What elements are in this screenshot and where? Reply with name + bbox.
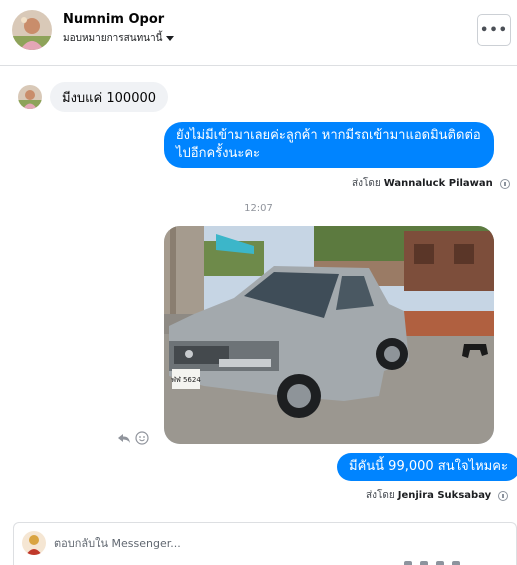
reply-input[interactable] <box>54 537 434 550</box>
more-options-button[interactable]: ••• <box>477 14 511 46</box>
page-avatar <box>22 531 46 555</box>
attach-icon[interactable] <box>404 561 412 565</box>
sent-by-name: Jenjira Suksabay <box>397 490 492 501</box>
license-plate: ฬฬ 5624 <box>171 376 201 384</box>
composer-toolbar <box>404 561 460 565</box>
assign-conversation-menu[interactable]: มอบหมายการสนทนานี้ <box>63 31 175 46</box>
emoji-picker-icon[interactable] <box>452 561 460 565</box>
avatar[interactable] <box>12 10 52 50</box>
contact-name[interactable]: Numnim Opor <box>63 12 164 27</box>
message-timestamp: 12:07 <box>244 203 273 214</box>
sent-by-info: ส่งโดย Jenjira Suksabay <box>366 488 509 503</box>
photo-attachment[interactable]: ฬฬ 5624 <box>164 226 494 444</box>
more-icon: ••• <box>480 22 508 38</box>
sent-by-prefix: ส่งโดย <box>366 490 395 501</box>
chevron-down-icon <box>166 36 175 41</box>
incoming-message[interactable]: มีงบแค่ 100000 <box>50 82 169 112</box>
conversation-header: Numnim Opor มอบหมายการสนทนานี้ ••• <box>0 0 517 66</box>
gif-icon[interactable] <box>436 561 444 565</box>
reply-composer <box>13 522 517 565</box>
info-icon[interactable] <box>498 490 509 501</box>
emoji-icon[interactable] <box>135 430 149 445</box>
sent-by-name: Wannaluck Pilawan <box>383 178 493 189</box>
sender-avatar[interactable] <box>18 85 42 109</box>
sent-by-prefix: ส่งโดย <box>352 178 381 189</box>
outgoing-message[interactable]: ยังไม่มีเข้ามาเลยค่ะลูกค้า หากมีรถเข้ามา… <box>164 122 494 168</box>
assign-conversation-label: มอบหมายการสนทนานี้ <box>63 33 163 44</box>
reply-icon[interactable] <box>117 430 131 444</box>
sent-by-info: ส่งโดย Wannaluck Pilawan <box>352 176 510 191</box>
outgoing-message[interactable]: มีคันนี้ 99,000 สนใจไหมคะ <box>337 453 517 481</box>
info-icon[interactable] <box>499 178 510 189</box>
message-actions <box>117 430 149 445</box>
sticker-icon[interactable] <box>420 561 428 565</box>
